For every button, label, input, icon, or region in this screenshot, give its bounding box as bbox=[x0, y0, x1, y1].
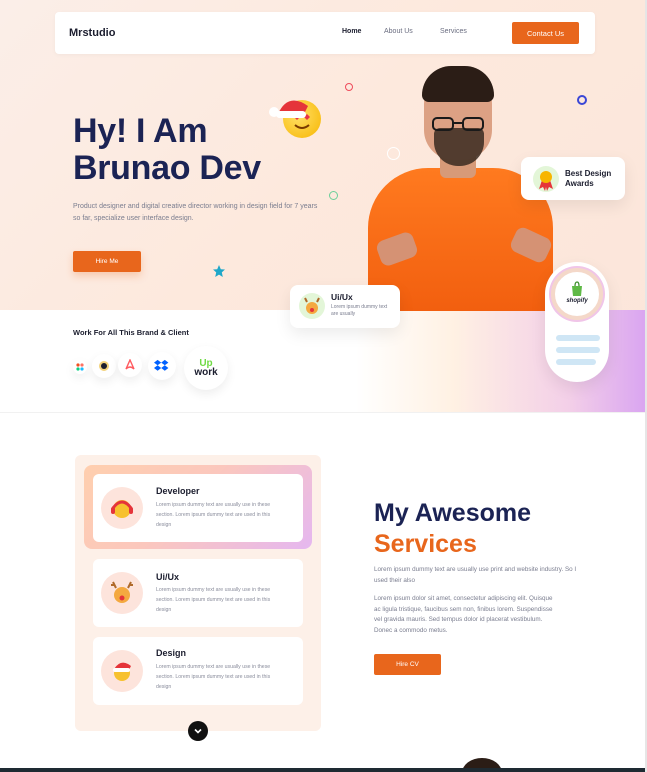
services-body: Lorem ipsum dolor sit amet, consectetur … bbox=[374, 595, 553, 634]
services-heading-line1: My Awesome bbox=[374, 499, 532, 527]
nav-link-home[interactable]: Home bbox=[342, 28, 361, 35]
brand-logo-mailchimp[interactable] bbox=[92, 354, 116, 378]
scroll-down-button[interactable] bbox=[188, 721, 208, 741]
services-intro: Lorem ipsum dummy text are usually use p… bbox=[374, 566, 577, 584]
hero-title: Hy! I Am Brunao Dev bbox=[73, 113, 261, 187]
nav-link-services[interactable]: Services bbox=[440, 28, 467, 35]
uiux-badge-subtitle: Lorem ipsum dummy text are usually bbox=[331, 304, 388, 317]
shopify-label: shopify bbox=[566, 298, 588, 304]
services-heading-line2: Services bbox=[374, 530, 477, 558]
service-card-title: Developer bbox=[156, 486, 200, 496]
service-card-desc: Lorem ipsum dummy text are usually use i… bbox=[156, 502, 271, 528]
pill-bar bbox=[556, 335, 600, 341]
headphones-emoji-icon bbox=[101, 487, 143, 529]
hero-description: Product designer and digital creative di… bbox=[73, 203, 318, 222]
contact-us-button[interactable]: Contact Us bbox=[512, 22, 579, 44]
pill-bar bbox=[556, 359, 596, 365]
brand-logo-airbnb[interactable] bbox=[118, 353, 142, 377]
hire-me-button[interactable]: Hire Me bbox=[73, 251, 141, 272]
brand-logo-dropbox[interactable] bbox=[148, 352, 176, 380]
star-icon bbox=[213, 265, 225, 277]
brand-logo-upwork[interactable]: Up work bbox=[184, 346, 228, 390]
decor-ring-white bbox=[387, 147, 400, 160]
award-line1: Best Design bbox=[565, 169, 612, 178]
section-divider bbox=[0, 412, 647, 413]
decor-ring-blue bbox=[577, 95, 587, 105]
reindeer-emoji-icon bbox=[299, 293, 325, 319]
brands-heading: Work For All This Brand & Client bbox=[73, 328, 189, 337]
reindeer-emoji-icon bbox=[101, 572, 143, 614]
service-card-desc: Lorem ipsum dummy text are usually use i… bbox=[156, 664, 271, 690]
santa-emoji-icon bbox=[101, 650, 143, 692]
award-line2: Awards bbox=[565, 179, 594, 188]
service-card-desc: Lorem ipsum dummy text are usually use i… bbox=[156, 587, 271, 613]
bottom-bar bbox=[0, 768, 647, 772]
hero-title-line1: Hy! I Am bbox=[73, 112, 208, 150]
nav-link-about[interactable]: About Us bbox=[384, 28, 413, 35]
hero-title-line2: Brunao Dev bbox=[73, 149, 261, 187]
decor-ring-green bbox=[329, 191, 338, 200]
award-text: Best Design Awards bbox=[565, 169, 611, 189]
pill-bar bbox=[556, 347, 600, 353]
upwork-line2: work bbox=[194, 367, 218, 378]
glasses-icon bbox=[432, 117, 484, 131]
medal-icon bbox=[533, 166, 559, 192]
chevron-down-icon bbox=[194, 728, 202, 734]
uiux-badge-title: Ui/Ux bbox=[331, 292, 353, 302]
brand-logo[interactable]: Mrstudio bbox=[69, 27, 115, 39]
shopify-bag-icon bbox=[572, 281, 582, 296]
brand-logo-figma[interactable] bbox=[73, 360, 87, 374]
service-card-title: Design bbox=[156, 648, 187, 658]
service-card-title: Ui/Ux bbox=[156, 572, 180, 582]
hire-cv-button[interactable]: Hire CV bbox=[374, 654, 441, 675]
santa-hat-icon bbox=[269, 100, 308, 118]
decor-ring-red bbox=[345, 83, 353, 91]
